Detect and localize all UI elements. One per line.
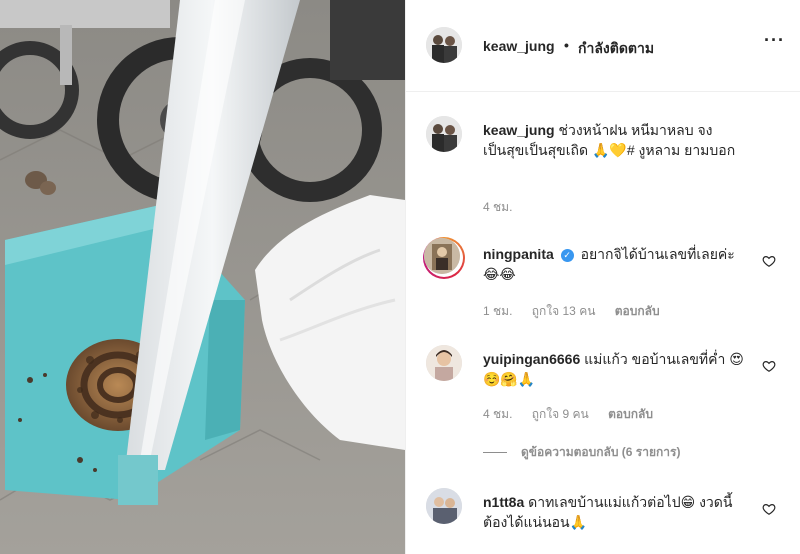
header-separator: • [564, 37, 569, 53]
comment-meta: 4 ชม. ถูกใจ 9 คน ตอบกลับ [483, 405, 669, 424]
heart-icon[interactable] [762, 359, 776, 373]
view-replies-label: ดูข้อความตอบกลับ (6 รายการ) [521, 445, 681, 459]
author-avatar-image [426, 27, 462, 63]
post-photo [0, 0, 405, 554]
caption-text-block: keaw_jung ช่วงหน้าฝน หนีมาหลบ จงเป็นสุขเ… [483, 120, 753, 160]
author-avatar[interactable] [426, 27, 462, 63]
view-replies-button[interactable]: ดูข้อความตอบกลับ (6 รายการ) [483, 443, 783, 462]
follow-status-button[interactable]: กำลังติดตาม [578, 38, 654, 60]
comment-likes[interactable]: ถูกใจ 9 คน [532, 407, 589, 421]
comment-username[interactable]: n1tt8a [483, 494, 524, 510]
comment-text-block: yuipingan6666 แม่แก้ว ขอบ้านเลขที่ค่ำ 😍☺… [483, 349, 753, 389]
commenter-avatar-image [424, 238, 460, 274]
heart-icon[interactable] [762, 254, 776, 268]
comment-username[interactable]: yuipingan6666 [483, 351, 580, 367]
post-photo-image [0, 0, 405, 554]
caption-author-avatar[interactable] [426, 116, 462, 152]
commenter-avatar-image [426, 488, 462, 524]
comment-meta: 1 ชม. ถูกใจ 13 คน ตอบกลับ [483, 302, 676, 321]
comment-username[interactable]: ningpanita [483, 246, 554, 262]
commenter-avatar [424, 238, 460, 274]
caption-username[interactable]: keaw_jung [483, 122, 555, 138]
more-options-icon[interactable]: ··· [764, 30, 785, 51]
commenter-avatar-image [426, 345, 462, 381]
comment-time[interactable]: 1 ชม. [483, 304, 512, 318]
post-caption: keaw_jung ช่วงหน้าฝน หนีมาหลบ จงเป็นสุขเ… [426, 116, 786, 216]
story-ring[interactable] [423, 237, 465, 279]
caption-meta: 4 ชม. [483, 198, 528, 217]
post-header: keaw_jung • กำลังติดตาม ··· [406, 0, 800, 92]
verified-badge-icon: ✓ [560, 248, 574, 262]
commenter-avatar[interactable] [426, 488, 462, 524]
comment-time[interactable]: 4 ชม. [483, 407, 512, 421]
comment-text-block: ningpanita ✓ อยากจิได้บ้านเลขที่เลยค่ะ 😂… [483, 244, 753, 284]
comment-text-block: n1tt8a ดาทเลขบ้านแม่แก้วต่อไป😁 งวดนี้ต้อ… [483, 492, 753, 532]
reply-button[interactable]: ตอบกลับ [608, 407, 653, 421]
comment-item: yuipingan6666 แม่แก้ว ขอบ้านเลขที่ค่ำ 😍☺… [426, 345, 786, 425]
author-username[interactable]: keaw_jung [483, 38, 555, 54]
post-sidebar: keaw_jung • กำลังติดตาม ··· keaw_jung ช่… [405, 0, 800, 554]
caption-time[interactable]: 4 ชม. [483, 200, 512, 214]
commenter-avatar[interactable] [426, 345, 462, 381]
comment-item: n1tt8a ดาทเลขบ้านแม่แก้วต่อไป😁 งวดนี้ต้อ… [426, 488, 786, 554]
caption-author-avatar-image [426, 116, 462, 152]
comment-item: ningpanita ✓ อยากจิได้บ้านเลขที่เลยค่ะ 😂… [423, 237, 786, 321]
replies-divider-line [483, 452, 507, 454]
heart-icon[interactable] [762, 502, 776, 516]
reply-button[interactable]: ตอบกลับ [615, 304, 660, 318]
comment-likes[interactable]: ถูกใจ 13 คน [532, 304, 596, 318]
